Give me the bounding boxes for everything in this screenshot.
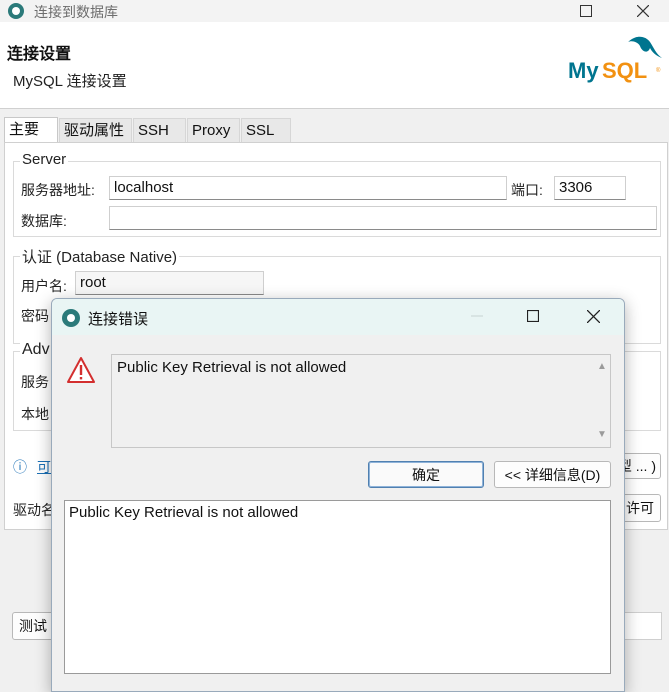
tab-driver-properties[interactable]: 驱动属性 xyxy=(59,118,132,142)
scroll-down-icon[interactable]: ▼ xyxy=(597,429,607,440)
dbeaver-app-icon xyxy=(62,309,80,327)
close-icon xyxy=(586,309,600,323)
tab-main[interactable]: 主要 xyxy=(4,117,58,143)
database-label: 数据库: xyxy=(21,213,67,229)
svg-text:My: My xyxy=(568,58,599,83)
advanced-row1-label: 服务 xyxy=(21,374,49,390)
svg-text:®: ® xyxy=(656,67,661,74)
page-subtitle: MySQL 连接设置 xyxy=(13,73,127,90)
dialog-close-button[interactable] xyxy=(570,305,616,327)
dialog-minimize-button[interactable] xyxy=(454,305,500,327)
dialog-title: 连接错误 xyxy=(88,311,149,328)
tab-ssh[interactable]: SSH xyxy=(133,118,186,142)
user-input[interactable]: root xyxy=(75,271,264,295)
driver-label: 驱动名 xyxy=(13,502,55,518)
port-input[interactable]: 3306 xyxy=(554,176,626,200)
maximize-icon xyxy=(580,5,592,17)
advanced-group-title: Adv xyxy=(20,341,52,359)
close-button[interactable] xyxy=(620,0,666,22)
maximize-icon xyxy=(527,310,539,322)
close-icon xyxy=(637,5,649,17)
ok-button[interactable]: 确定 xyxy=(368,461,484,488)
error-message-box: Public Key Retrieval is not allowed ▲ ▼ xyxy=(111,354,611,448)
details-textarea[interactable]: Public Key Retrieval is not allowed xyxy=(64,500,611,674)
info-link[interactable]: 可 xyxy=(37,457,51,477)
svg-text:SQL: SQL xyxy=(602,58,647,83)
warning-icon xyxy=(67,357,95,383)
window-title: 连接到数据库 xyxy=(34,4,118,20)
host-label: 服务器地址: xyxy=(21,182,95,198)
dbeaver-app-icon xyxy=(8,3,24,19)
details-button[interactable]: << 详细信息(D) xyxy=(494,461,611,488)
mysql-logo: My SQL ® xyxy=(568,36,662,83)
host-input[interactable]: localhost xyxy=(109,176,507,200)
page-title: 连接设置 xyxy=(7,46,72,63)
advanced-row2-label: 本地 xyxy=(21,406,49,422)
bottom-right-field xyxy=(620,612,662,640)
maximize-button[interactable] xyxy=(563,0,609,22)
tab-ssl[interactable]: SSL xyxy=(241,118,291,142)
database-input[interactable] xyxy=(109,206,657,230)
minimize-icon xyxy=(471,315,483,317)
details-text: Public Key Retrieval is not allowed xyxy=(69,504,299,521)
tab-proxy[interactable]: Proxy xyxy=(187,118,240,142)
scroll-up-icon[interactable]: ▲ xyxy=(597,361,607,372)
port-label: 端口: xyxy=(511,182,543,198)
connection-error-dialog: 连接错误 Public Key Retrieval is not allowed… xyxy=(51,298,625,692)
dialog-maximize-button[interactable] xyxy=(510,305,556,327)
server-group-title: Server xyxy=(20,151,69,168)
password-label: 密码 xyxy=(21,308,49,324)
auth-group-title: 认证 (Database Native) xyxy=(20,246,180,267)
user-label: 用户名: xyxy=(21,278,67,294)
info-icon: ⓘ xyxy=(13,459,27,475)
error-message: Public Key Retrieval is not allowed xyxy=(117,359,347,376)
